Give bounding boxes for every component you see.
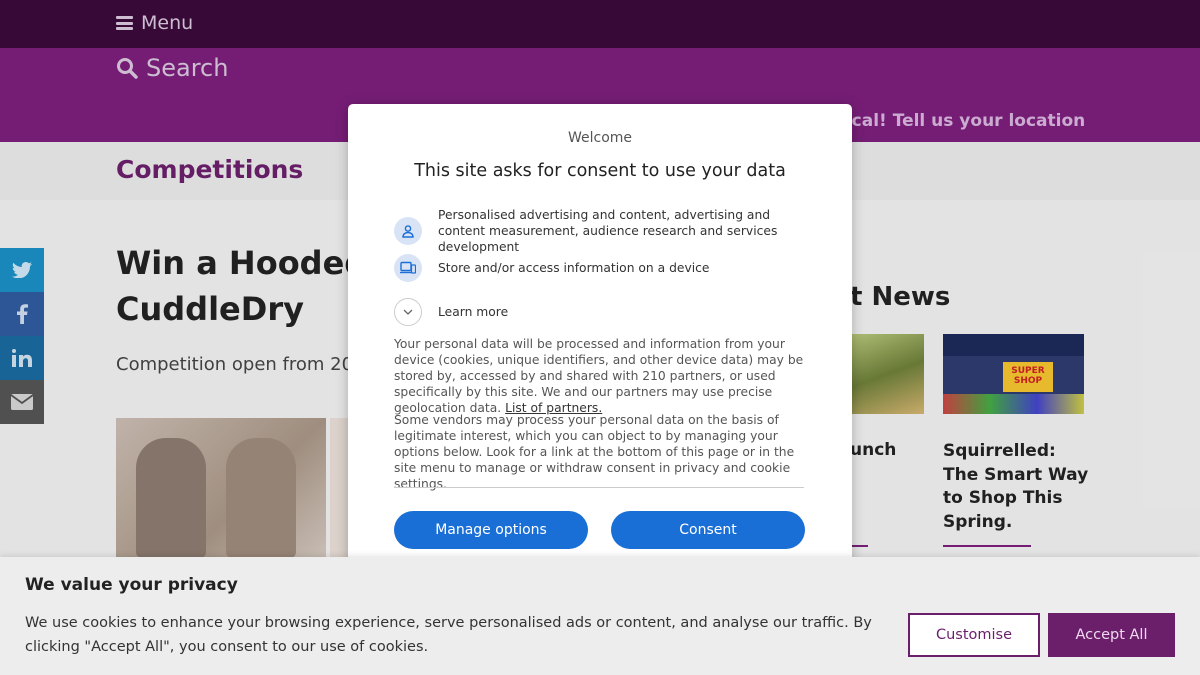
cookie-banner-text: We use cookies to enhance your browsing …: [25, 615, 872, 655]
dialog-legitimate-interest-text: Some vendors may process your personal d…: [394, 413, 795, 491]
dialog-body-text: Your personal data will be processed and…: [394, 337, 804, 415]
device-icon: [394, 254, 422, 282]
purpose-item: Personalised advertising and content, ad…: [394, 207, 808, 255]
dialog-welcome: Welcome: [567, 130, 633, 146]
purpose-label: Store and/or access information on a dev…: [438, 261, 710, 275]
cookie-banner-title: We value your privacy: [25, 575, 238, 595]
person-icon: [394, 217, 422, 245]
purpose-label: Personalised advertising and content, ad…: [438, 208, 778, 254]
dialog-divider: [394, 487, 804, 488]
manage-options-button[interactable]: Manage options: [394, 511, 588, 549]
cookie-banner: We value your privacy We use cookies to …: [0, 557, 1200, 675]
consent-dialog: Welcome This site asks for consent to us…: [348, 104, 852, 571]
customise-button[interactable]: Customise: [908, 613, 1040, 657]
purpose-item: Store and/or access information on a dev…: [394, 254, 808, 282]
learn-more-toggle[interactable]: Learn more: [394, 298, 808, 326]
dialog-title: This site asks for consent to use your d…: [414, 161, 786, 181]
learn-more-label[interactable]: Learn more: [438, 304, 808, 320]
accept-all-button[interactable]: Accept All: [1048, 613, 1175, 657]
chevron-down-icon[interactable]: [394, 298, 422, 326]
consent-button[interactable]: Consent: [611, 511, 805, 549]
